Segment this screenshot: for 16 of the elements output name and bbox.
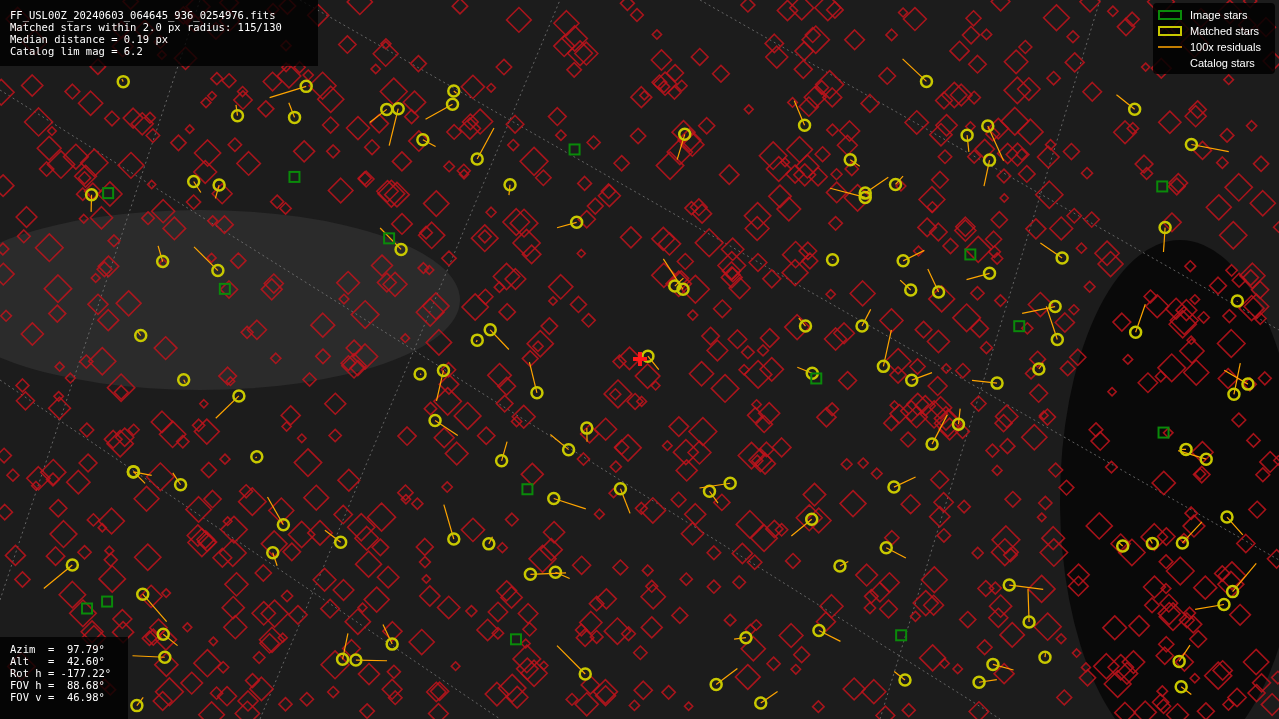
pointing-line: Rot h = -177.22°	[10, 667, 113, 679]
pointing-line: FOV v = 46.98°	[10, 691, 106, 703]
legend-label: Matched stars	[1190, 23, 1260, 38]
pointing-line: Azim = 97.79°	[10, 643, 106, 655]
pointing-line: FOV h = 88.68°	[10, 679, 106, 691]
info-line: Median distance = 0.19 px	[10, 33, 170, 45]
ring-marker-icon	[1158, 25, 1182, 36]
info-line: Matched stars within 2.0 px radius: 115/130	[10, 21, 283, 33]
info-line: FF_USL00Z_20240603_064645_936_0254976.fits	[10, 9, 277, 21]
info-line: Catalog lim mag = 6.2	[10, 45, 144, 57]
legend-label: Image stars	[1190, 7, 1248, 22]
pointing-line: Alt = 42.60°	[10, 655, 106, 667]
center-cross-icon	[633, 352, 647, 366]
square-marker-icon	[1158, 9, 1182, 20]
legend-label: 100x residuals	[1190, 39, 1261, 54]
legend-label: Catalog stars	[1190, 55, 1255, 70]
